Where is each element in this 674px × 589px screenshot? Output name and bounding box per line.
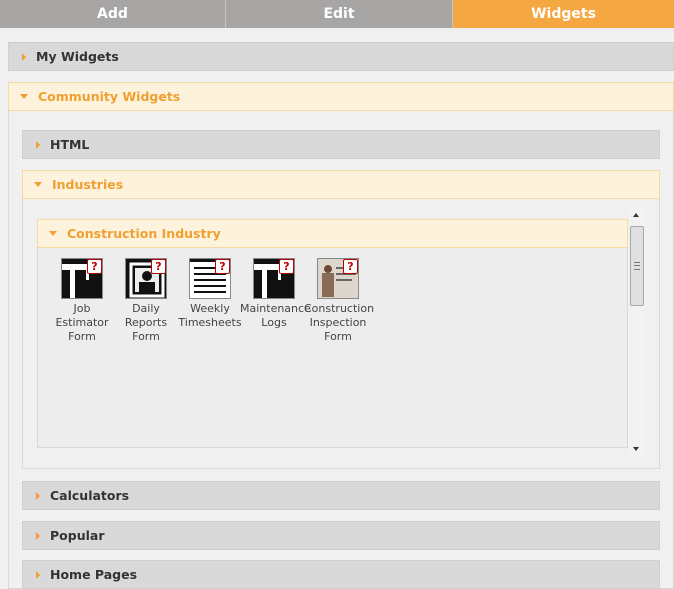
tab-edit[interactable]: Edit <box>226 0 453 28</box>
help-icon[interactable]: ? <box>151 259 166 274</box>
section-construction-industry[interactable]: Construction Industry <box>37 219 628 248</box>
tab-bar: Add Edit Widgets <box>0 0 674 28</box>
chevron-right-icon <box>36 491 40 500</box>
widget-job-estimator-form[interactable]: ? Job Estimator Form <box>48 258 116 344</box>
scroll-up-arrow-icon[interactable] <box>628 208 644 222</box>
chevron-down-icon <box>49 231 57 236</box>
chevron-right-icon <box>36 531 40 540</box>
section-label: Popular <box>50 528 105 543</box>
chevron-right-icon <box>36 140 40 149</box>
chevron-down-icon <box>20 94 28 99</box>
section-label: Calculators <box>50 488 130 503</box>
section-label: Home Pages <box>50 567 138 582</box>
section-community-widgets[interactable]: Community Widgets <box>8 82 674 111</box>
crane-icon: ? <box>61 258 103 299</box>
section-calculators[interactable]: Calculators <box>22 481 660 510</box>
section-label: Community Widgets <box>38 89 181 104</box>
section-label: My Widgets <box>36 49 119 64</box>
section-my-widgets[interactable]: My Widgets <box>8 42 674 71</box>
scroll-down-arrow-icon[interactable] <box>628 442 644 456</box>
widget-label: Maintenance Logs <box>240 302 311 329</box>
inspection-photo-icon: ? <box>317 258 359 299</box>
widget-label: Weekly Timesheets <box>178 302 242 329</box>
widget-scrollbar[interactable] <box>628 208 646 456</box>
chevron-right-icon <box>22 52 26 61</box>
document-lines-icon: ? <box>189 258 231 299</box>
widget-construction-inspection-form[interactable]: ? Construction Inspection Form <box>304 258 375 344</box>
widget-label: Job Estimator Form <box>55 302 109 343</box>
section-industries[interactable]: Industries <box>22 170 660 199</box>
section-popular[interactable]: Popular <box>22 521 660 550</box>
help-icon[interactable]: ? <box>343 259 358 274</box>
person-frame-icon: ? <box>125 258 167 299</box>
tab-add[interactable]: Add <box>0 0 226 28</box>
help-icon[interactable]: ? <box>215 259 230 274</box>
widget-label: Daily Reports Form <box>124 302 168 343</box>
widget-weekly-timesheets[interactable]: ? Weekly Timesheets <box>176 258 244 330</box>
chevron-right-icon <box>36 570 40 579</box>
widget-daily-reports-form[interactable]: ? Daily Reports Form <box>112 258 180 344</box>
section-label: HTML <box>50 137 90 152</box>
section-home-pages[interactable]: Home Pages <box>22 560 660 589</box>
widget-label: Construction Inspection Form <box>304 302 375 343</box>
widget-maintenance-logs[interactable]: ? Maintenance Logs <box>240 258 311 330</box>
section-label: Construction Industry <box>67 226 221 241</box>
section-label: Industries <box>52 177 124 192</box>
tab-widgets[interactable]: Widgets <box>453 0 674 28</box>
section-html[interactable]: HTML <box>22 130 660 159</box>
help-icon[interactable]: ? <box>87 259 102 274</box>
help-icon[interactable]: ? <box>279 259 294 274</box>
crane-icon: ? <box>253 258 295 299</box>
scroll-thumb[interactable] <box>630 226 644 306</box>
chevron-down-icon <box>34 182 42 187</box>
